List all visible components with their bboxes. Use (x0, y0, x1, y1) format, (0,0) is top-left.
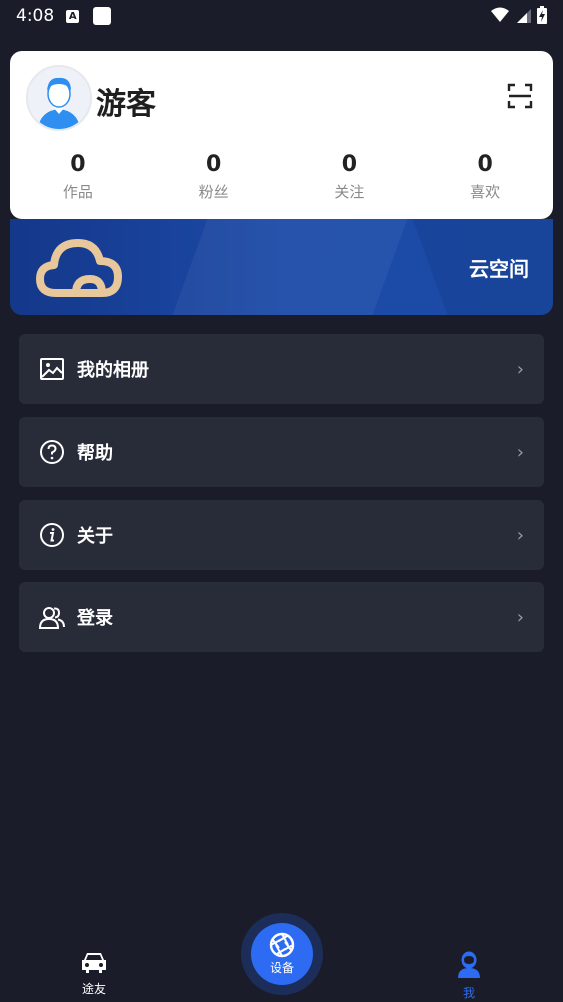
device-label: 设备 (269, 961, 294, 975)
stat-value: 0 (341, 152, 358, 177)
nav-label: 途友 (81, 982, 106, 996)
stat-label: 粉丝 (198, 183, 229, 201)
profile-card: 游客 0 作品 0 粉丝 0 关注 0 喜欢 (10, 51, 553, 219)
chevron-right-icon: › (516, 441, 524, 463)
stat-following[interactable]: 0 关注 (282, 151, 418, 202)
help-icon (39, 439, 65, 465)
menu-label: 我的相册 (77, 360, 149, 381)
avatar-person-icon (28, 67, 90, 129)
status-time: 4:08 (16, 6, 55, 26)
car-icon (82, 953, 106, 973)
menu-item-album[interactable]: 我的相册 › (19, 334, 544, 404)
menu-item-help[interactable]: 帮助 › (19, 417, 544, 487)
device-button-ring: 设备 (241, 913, 323, 995)
stat-likes[interactable]: 0 喜欢 (417, 151, 553, 202)
cloud-icon (36, 239, 122, 297)
wifi-icon (491, 7, 509, 22)
stat-label: 作品 (62, 183, 93, 201)
aperture-icon (269, 932, 295, 958)
bottom-nav: 途友 设备 我 (0, 913, 563, 1002)
battery-icon (537, 6, 547, 24)
cloud-space-banner[interactable]: 云空间 (10, 219, 553, 315)
profile-name: 游客 (96, 87, 156, 122)
menu-item-about[interactable]: 关于 › (19, 500, 544, 570)
screen: 4:08 A 游客 0 作品 0 粉丝 0 关注 0 喜欢 云空间 我的相册 ›… (0, 0, 563, 1002)
nav-label: 我 (462, 986, 475, 1000)
device-button[interactable]: 设备 (251, 923, 313, 985)
banner-decoration (172, 219, 408, 315)
status-icons (491, 6, 547, 24)
stat-value: 0 (477, 152, 493, 177)
chevron-right-icon: › (516, 606, 524, 628)
menu-label: 帮助 (77, 443, 113, 464)
cloud-space-label: 云空间 (469, 257, 529, 281)
user-icon (458, 951, 480, 978)
stat-value: 0 (70, 152, 86, 177)
album-icon (39, 356, 65, 382)
chevron-right-icon: › (516, 524, 524, 546)
info-icon (39, 522, 65, 548)
avatar[interactable] (26, 65, 92, 131)
notification-square-icon (93, 7, 112, 25)
nav-tab-friends[interactable]: 途友 (64, 950, 124, 997)
stat-value: 0 (205, 152, 222, 177)
stat-works[interactable]: 0 作品 (10, 151, 146, 202)
notification-a-icon: A (66, 9, 80, 23)
signal-icon (517, 9, 531, 23)
chevron-right-icon: › (516, 358, 524, 380)
status-bar: 4:08 A (0, 0, 563, 32)
stat-label: 喜欢 (470, 183, 501, 201)
scan-icon[interactable] (507, 83, 533, 109)
menu-item-login[interactable]: 登录 › (19, 582, 544, 652)
stat-label: 关注 (334, 183, 365, 201)
nav-tab-me[interactable]: 我 (439, 950, 499, 1001)
menu-label: 登录 (77, 608, 113, 629)
menu-label: 关于 (77, 526, 113, 547)
stat-fans[interactable]: 0 粉丝 (146, 151, 282, 202)
users-icon (39, 604, 65, 630)
profile-stats: 0 作品 0 粉丝 0 关注 0 喜欢 (10, 151, 553, 202)
